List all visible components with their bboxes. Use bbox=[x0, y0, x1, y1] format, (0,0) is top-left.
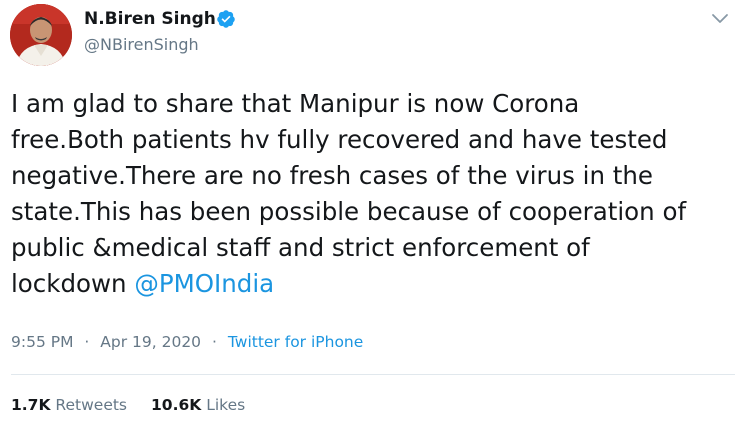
divider bbox=[11, 374, 735, 375]
mention-link[interactable]: @PMOIndia bbox=[134, 269, 274, 298]
tweet-text-line: free.Both patients hv fully recovered an… bbox=[11, 125, 668, 154]
tweet-text-line: lockdown bbox=[11, 269, 135, 298]
avatar-image bbox=[10, 4, 72, 66]
author-handle[interactable]: @NBirenSingh bbox=[84, 35, 199, 54]
retweets-count: 1.7K bbox=[11, 396, 51, 414]
author-display-name[interactable]: N.Biren Singh bbox=[84, 9, 216, 29]
retweets-stat[interactable]: 1.7K Retweets bbox=[11, 396, 127, 414]
tweet-stats: 1.7K Retweets 10.6K Likes bbox=[11, 396, 245, 414]
tweet-meta: 9:55 PM · Apr 19, 2020 · Twitter for iPh… bbox=[11, 333, 363, 351]
tweet-text-line: public &medical staff and strict enforce… bbox=[11, 233, 590, 262]
retweets-label: Retweets bbox=[55, 396, 128, 414]
likes-count: 10.6K bbox=[151, 396, 202, 414]
tweet-text: I am glad to share that Manipur is now C… bbox=[11, 86, 736, 302]
tweet-card: N.Biren Singh @NBirenSingh I am glad to … bbox=[0, 0, 745, 422]
tweet-text-line: state.This has been possible because of … bbox=[11, 197, 687, 226]
verified-badge-icon bbox=[217, 10, 235, 28]
chevron-down-icon[interactable] bbox=[709, 9, 731, 29]
tweet-time[interactable]: 9:55 PM bbox=[11, 333, 73, 351]
meta-separator: · bbox=[211, 333, 217, 351]
tweet-date[interactable]: Apr 19, 2020 bbox=[100, 333, 201, 351]
avatar[interactable] bbox=[10, 4, 72, 66]
meta-separator: · bbox=[84, 333, 90, 351]
tweet-text-line: I am glad to share that Manipur is now C… bbox=[11, 89, 580, 118]
tweet-text-line-last: lockdown @PMOIndia bbox=[11, 266, 736, 302]
likes-label: Likes bbox=[206, 396, 246, 414]
likes-stat[interactable]: 10.6K Likes bbox=[151, 396, 245, 414]
tweet-source-link[interactable]: Twitter for iPhone bbox=[228, 333, 363, 351]
tweet-text-line: negative.There are no fresh cases of the… bbox=[11, 161, 653, 190]
